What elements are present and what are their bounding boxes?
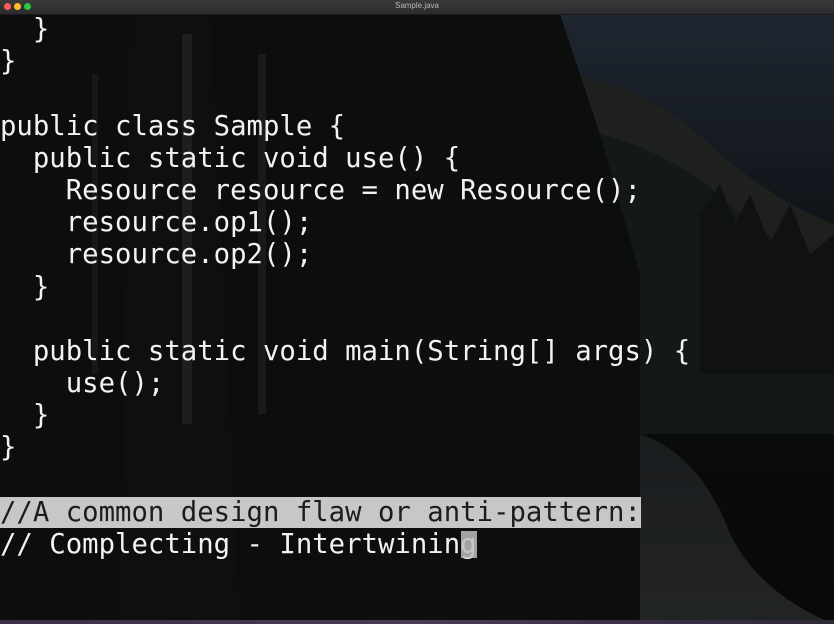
code-line-17: // Complecting - Intertwining [0, 529, 834, 561]
dock-edge [0, 620, 834, 624]
code-line-7: resource.op1(); [0, 207, 313, 239]
code-editor[interactable]: } } public class Sample { public static … [0, 14, 834, 620]
code-line-1: } [0, 14, 50, 45]
title-bar[interactable]: Sample.java [0, 0, 834, 15]
code-line-12: use(); [0, 368, 165, 400]
code-line-6: Resource resource = new Resource(); [0, 174, 641, 206]
code-line-5: public static void use() { [0, 142, 461, 174]
window-title: Sample.java [394, 1, 440, 10]
selected-comment-text: //A common design flaw or anti-pattern: [0, 496, 641, 528]
code-line-9: } [0, 271, 50, 303]
code-line-2: } [0, 46, 17, 78]
comment-text: // Complecting - Intertwining [0, 529, 477, 560]
code-line-14: } [0, 432, 17, 464]
code-line-11: public static void main(String[] args) { [0, 335, 691, 367]
text-cursor [460, 531, 477, 558]
editor-window: Sample.java}} public class Sample {pu… [0, 0, 834, 624]
code-line-8: resource.op2(); [0, 239, 313, 271]
code-line-16: //A common design flaw or anti-pattern: [0, 496, 834, 529]
code-line-4: public class Sample { [0, 110, 346, 142]
code-line-13: } [0, 400, 50, 432]
